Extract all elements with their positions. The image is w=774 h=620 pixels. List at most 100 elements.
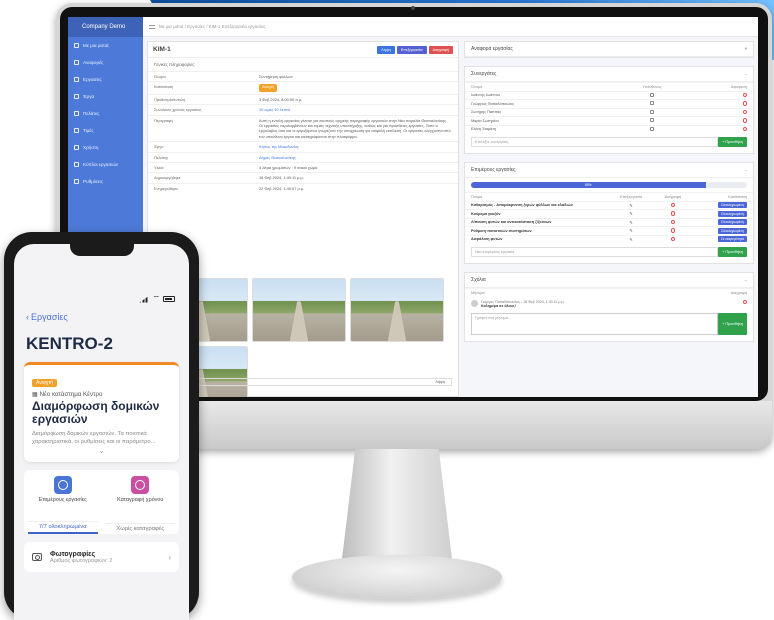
- checkbox-icon[interactable]: [650, 92, 654, 97]
- pencil-icon[interactable]: ✎: [629, 228, 632, 233]
- responsible-checkbox[interactable]: [617, 126, 687, 132]
- menu-icon[interactable]: [149, 24, 155, 29]
- sidebar-item[interactable]: Κύπλοι εργασιών: [68, 156, 143, 173]
- delete-icon[interactable]: [742, 109, 747, 114]
- sidebar-item[interactable]: Αναφορές: [68, 54, 143, 71]
- info-value[interactable]: Δήμος Θεσσαλονίκης: [259, 155, 452, 160]
- subtasks-progress-bar: 85%: [471, 182, 747, 188]
- checkbox-icon[interactable]: [650, 126, 654, 131]
- responsible-checkbox[interactable]: [617, 92, 687, 98]
- sidebar-item[interactable]: Πελάτες: [68, 105, 143, 122]
- info-row: Περιγραφή Αυτή η εντολή εργασίας γίνεται …: [148, 114, 458, 142]
- status-dropdown[interactable]: Ολοκληρωμένη: [717, 227, 747, 234]
- collapse-icon[interactable]: –: [744, 168, 747, 173]
- col-header: Όνομα: [471, 194, 483, 199]
- sidebar-item-label: Χρήστη: [83, 145, 99, 150]
- progress-fill: 85%: [471, 182, 706, 188]
- subtask-name: Λίπανση φυτών και αντικατάσταση ζ/ζούνων: [471, 220, 552, 225]
- worker-row: Ελένη Σταμάτη: [465, 124, 753, 134]
- checkbox-icon[interactable]: [650, 118, 654, 123]
- delete-icon[interactable]: [670, 202, 676, 207]
- delete-icon[interactable]: [742, 126, 747, 131]
- new-subtask-input[interactable]: Νέα επιμέρους εργασία: [471, 247, 719, 257]
- delete-icon[interactable]: [742, 118, 747, 123]
- info-value[interactable]: 10 ώρες 10 λεπτά: [259, 107, 452, 112]
- delete-icon[interactable]: [670, 219, 676, 224]
- checkbox-icon[interactable]: [650, 109, 654, 114]
- col-header: Μήνυμα: [471, 290, 485, 295]
- status-dropdown[interactable]: Ολοκληρωμένη: [717, 202, 747, 209]
- collapse-icon[interactable]: –: [744, 278, 747, 283]
- checkbox-icon[interactable]: [650, 101, 654, 106]
- camera-icon: [411, 6, 415, 10]
- general-info-heading: Γενικές πληροφορίες: [154, 62, 195, 67]
- delete-icon[interactable]: [670, 228, 676, 233]
- photo-thumbnail[interactable]: [350, 278, 444, 342]
- monitor-base: [292, 555, 502, 599]
- pencil-icon[interactable]: ✎: [629, 237, 632, 242]
- col-header: Υπεύθυνος: [642, 84, 662, 89]
- worker-row: Μαρία Σωτηρίου: [465, 116, 753, 125]
- sidebar-item[interactable]: Εργασίες: [68, 71, 143, 88]
- photos-row[interactable]: Φωτογραφίες Αριθμός φωτογραφιών: 2 ›: [24, 542, 179, 572]
- collapse-icon[interactable]: ▾: [745, 46, 747, 52]
- task-card[interactable]: Ανοιχτή ▦ Νέο κατάστημα Κέντρο Διαμόρφωσ…: [24, 362, 179, 462]
- pencil-icon[interactable]: ✎: [629, 211, 632, 216]
- brand-name[interactable]: Company Demo: [68, 17, 143, 37]
- delete-cell: [653, 211, 693, 217]
- info-value[interactable]: Κήπος της Μακεδονίας: [259, 144, 452, 149]
- status-dropdown[interactable]: Σε εκκρεμότητα: [717, 236, 747, 243]
- add-worker-button[interactable]: + Προσθήκη: [718, 137, 747, 147]
- delete-icon[interactable]: [670, 211, 676, 216]
- sidebar-item[interactable]: Ρυθμίσεις: [68, 173, 143, 190]
- nav-icon: [74, 179, 79, 184]
- sidebar-item[interactable]: Έργα: [68, 88, 143, 105]
- delete-icon[interactable]: [670, 236, 676, 241]
- sidebar-item[interactable]: Τιμές: [68, 122, 143, 139]
- info-key: Ενημερώθηκε: [154, 185, 178, 191]
- delete-icon[interactable]: [742, 299, 747, 304]
- info-value: Αυτή η εντολή εργασίας γίνεται για σκοπο…: [259, 117, 451, 139]
- status-dropdown[interactable]: Ολοκληρωμένη: [717, 210, 747, 217]
- subtask-row: Ρύθμιση ποτιστικών συστημάτων ✎ Ολοκληρωμέ…: [465, 226, 753, 235]
- comment-textarea[interactable]: Γράψτε ένα μήνυμα...: [471, 312, 719, 335]
- delete-icon[interactable]: [742, 101, 747, 106]
- collapse-icon[interactable]: –: [744, 72, 747, 77]
- photo-thumbnail[interactable]: [252, 278, 346, 342]
- status-cell: Ολοκληρωμένη: [693, 202, 747, 209]
- sidebar-item-label: Ρυθμίσεις: [83, 179, 103, 184]
- tile-label: Επιμέρους εργασίες: [38, 497, 87, 503]
- back-link[interactable]: ‹ Εργασίες: [26, 312, 68, 322]
- status-dropdown[interactable]: Ολοκληρωμένη: [717, 219, 747, 226]
- comments-card: Σχόλια – Μήνυμα Διαγραφή Γιώργος Παπαδόπο…: [464, 272, 754, 342]
- responsible-checkbox[interactable]: [617, 118, 687, 123]
- comment-text: Καλημέρα σε όλους!: [481, 303, 516, 308]
- info-row: Έργο Κήπος της Μακεδονίας: [148, 141, 458, 151]
- worker-select[interactable]: Επιλέξτε συνεργάτη: [471, 137, 719, 147]
- edit-button[interactable]: Επεξεργασία: [396, 45, 427, 54]
- pencil-icon[interactable]: ✎: [629, 220, 632, 225]
- delete-icon[interactable]: [742, 92, 747, 97]
- edit-cell: ✎: [609, 228, 653, 233]
- info-row: Συνολικός χρόνος εργασίας 10 ώρες 10 λεπτ…: [148, 104, 458, 114]
- timelog-tile[interactable]: Καταγραφή χρόνου Χωρίς καταγραφές: [102, 470, 180, 534]
- sidebar-item[interactable]: Χρήστη: [68, 139, 143, 156]
- responsible-checkbox[interactable]: [617, 101, 687, 106]
- info-key: Συνολικός χρόνος εργασίας: [154, 107, 202, 113]
- download-button[interactable]: Λήψη: [377, 45, 395, 54]
- monitor-stand: [342, 449, 452, 559]
- sidebar-item[interactable]: Με μια ματιά: [68, 37, 143, 54]
- responsible-checkbox[interactable]: [617, 109, 687, 115]
- delete-button[interactable]: Διαγραφή: [428, 45, 453, 54]
- add-subtask-button[interactable]: + Προσθήκη: [718, 247, 747, 257]
- nav-icon: [74, 111, 79, 116]
- download-link[interactable]: Λήψη: [436, 380, 445, 384]
- add-comment-button[interactable]: + Προσθήκη: [718, 312, 747, 335]
- camera-icon: [32, 553, 42, 561]
- worker-name: Ελένη Σταμάτη: [471, 127, 496, 132]
- subtasks-tile[interactable]: Επιμέρους εργασίες 7/7 ολοκληρωμένα: [24, 470, 102, 534]
- battery-icon: [163, 296, 175, 302]
- task-code: KENTRO-2: [26, 334, 113, 353]
- pencil-icon[interactable]: ✎: [629, 203, 632, 208]
- chevron-down-icon[interactable]: ⌄: [32, 447, 171, 455]
